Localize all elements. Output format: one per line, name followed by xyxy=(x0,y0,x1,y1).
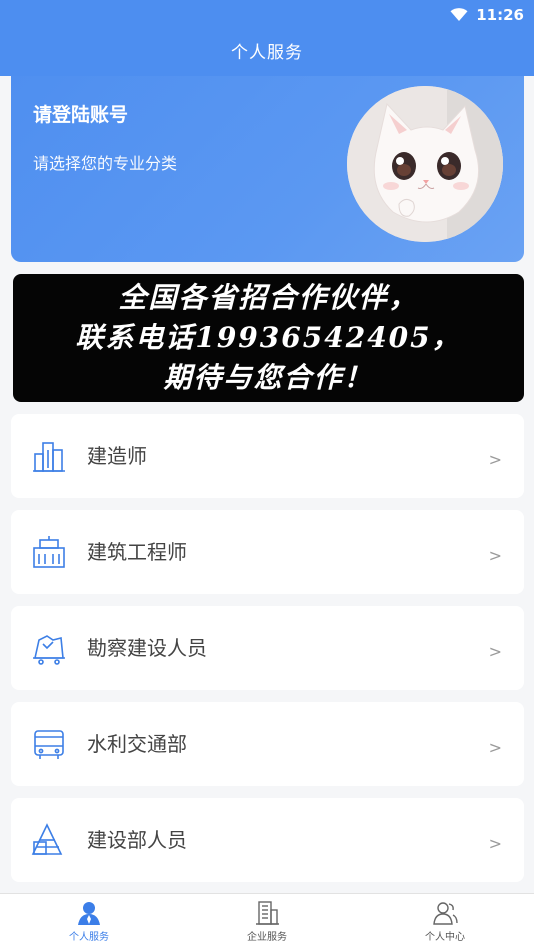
login-prompt[interactable]: 请登陆账号 xyxy=(33,100,128,127)
list-item-ministry-staff[interactable]: 建设部人员 > xyxy=(11,798,524,882)
list-item-architect[interactable]: 建筑工程师 > xyxy=(11,510,524,594)
stack-icon xyxy=(31,822,67,858)
status-time: 11:26 xyxy=(476,6,524,24)
page-title: 个人服务 xyxy=(231,43,303,63)
profile-card[interactable]: 请登陆账号 请选择您的专业分类 xyxy=(11,76,524,262)
list-item-survey[interactable]: 勘察建设人员 > xyxy=(11,606,524,690)
nav-enterprise-service[interactable]: 企业服务 xyxy=(178,894,356,949)
building-icon xyxy=(31,534,67,570)
list-item-label: 勘察建设人员 xyxy=(87,636,207,660)
office-building-icon xyxy=(254,900,280,928)
category-prompt: 请选择您的专业分类 xyxy=(33,154,178,173)
list-item-label: 建筑工程师 xyxy=(87,540,187,564)
status-bar: 11:26 xyxy=(450,5,524,25)
chevron-right-icon: > xyxy=(488,546,502,565)
survey-icon xyxy=(31,630,67,666)
app-header: 11:26 个人服务 xyxy=(0,0,534,76)
user-group-icon xyxy=(432,900,458,928)
banner-line-3: 期待与您合作！ xyxy=(163,361,374,394)
nav-label: 个人服务 xyxy=(69,932,109,943)
nav-personal-service[interactable]: 个人服务 xyxy=(0,894,178,949)
avatar[interactable] xyxy=(347,86,503,242)
list-item-label: 建造师 xyxy=(87,444,147,468)
nav-label: 个人中心 xyxy=(425,932,465,943)
banner-line-1: 全国各省招合作伙伴， xyxy=(118,281,419,314)
chevron-right-icon: > xyxy=(488,450,502,469)
chevron-right-icon: > xyxy=(488,642,502,661)
bus-icon xyxy=(31,726,67,762)
list-item-label: 水利交通部 xyxy=(87,732,187,756)
list-item-water-transport[interactable]: 水利交通部 > xyxy=(11,702,524,786)
list-item-label: 建设部人员 xyxy=(87,828,187,852)
list-item-constructor[interactable]: 建造师 > xyxy=(11,414,524,498)
cat-avatar-image xyxy=(347,86,503,242)
buildings-icon xyxy=(31,438,67,474)
nav-label: 企业服务 xyxy=(247,932,287,943)
wifi-icon xyxy=(450,8,468,22)
chevron-right-icon: > xyxy=(488,834,502,853)
nav-personal-center[interactable]: 个人中心 xyxy=(356,894,534,949)
partner-banner[interactable]: 全国各省招合作伙伴， 联系电话19936542405， 期待与您合作！ xyxy=(13,274,524,402)
banner-line-2: 联系电话19936542405， xyxy=(75,321,462,354)
bottom-nav: 个人服务 企业服务 个人中心 xyxy=(0,893,534,949)
chevron-right-icon: > xyxy=(488,738,502,757)
person-icon xyxy=(76,900,102,928)
